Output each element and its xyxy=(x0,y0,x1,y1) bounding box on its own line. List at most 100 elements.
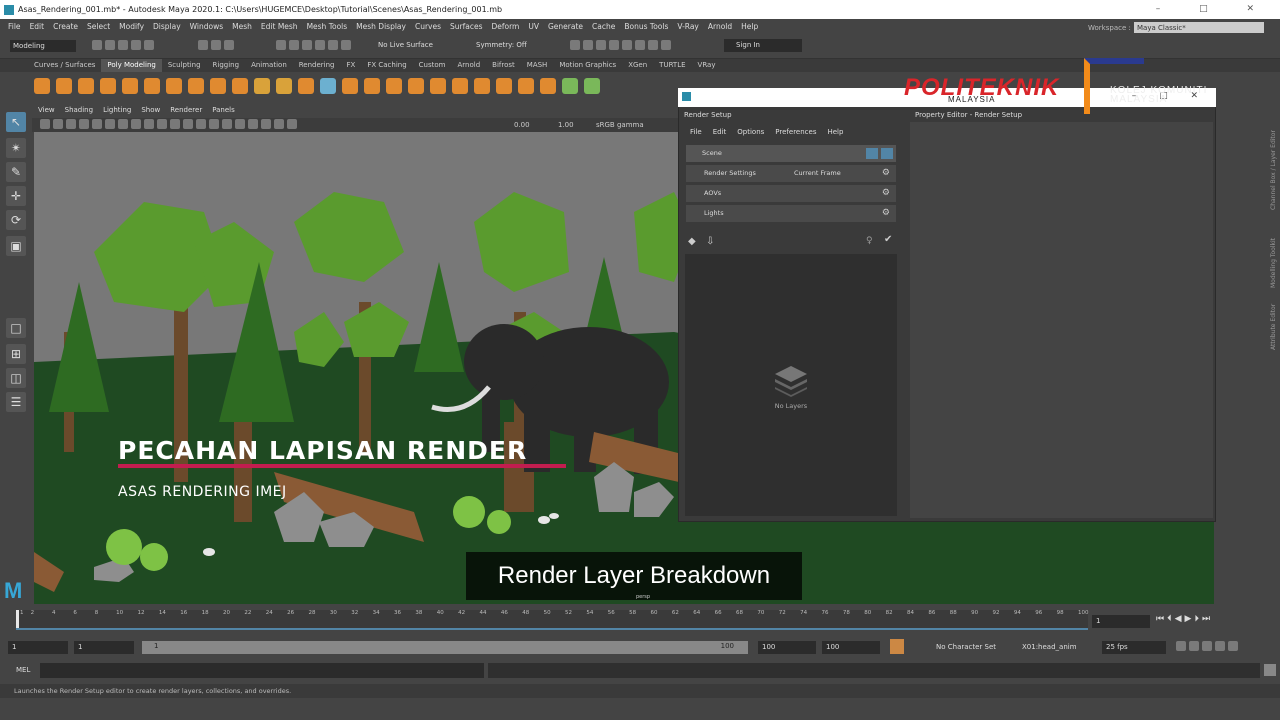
camera-attr-icon[interactable] xyxy=(53,119,63,129)
four-view-icon[interactable]: ⊞ xyxy=(6,344,26,364)
lasso-tool-icon[interactable]: ✴ xyxy=(6,138,26,158)
paint-select-icon[interactable]: ✎ xyxy=(6,162,26,182)
snap-grid-icon[interactable] xyxy=(276,40,286,50)
multicut-icon[interactable] xyxy=(518,78,534,94)
menu-surfaces[interactable]: Surfaces xyxy=(450,22,482,31)
shelf-tab-vray[interactable]: VRay xyxy=(692,59,722,72)
create-layer-icon[interactable]: ◆ xyxy=(688,236,696,247)
camera-select-icon[interactable] xyxy=(40,119,50,129)
shelf-tab-fx[interactable]: FX xyxy=(341,59,362,72)
undo-icon[interactable] xyxy=(131,40,141,50)
wireframe-on-shaded-icon[interactable] xyxy=(196,119,206,129)
render-layers-list[interactable]: No Layers xyxy=(685,254,897,516)
menu-deform[interactable]: Deform xyxy=(491,22,519,31)
rs-menu-help[interactable]: Help xyxy=(827,128,843,136)
playback-controls[interactable]: ⏮⏴◀▶⏵⏭ xyxy=(1156,614,1213,624)
snap-surface-icon[interactable] xyxy=(328,40,338,50)
rotate-tool-icon[interactable]: ⟳ xyxy=(6,210,26,230)
poly-cylinder-icon[interactable] xyxy=(78,78,94,94)
gamma-value[interactable]: 1.00 xyxy=(558,121,574,129)
shelf-tab-mash[interactable]: MASH xyxy=(521,59,554,72)
live-surface-label[interactable]: No Live Surface xyxy=(378,41,433,49)
super-shape-icon[interactable] xyxy=(210,78,226,94)
bookmark-icon[interactable] xyxy=(66,119,76,129)
menu-bonus-tools[interactable]: Bonus Tools xyxy=(624,22,668,31)
poly-star-icon[interactable] xyxy=(254,78,270,94)
render-check-icon[interactable]: ✔ xyxy=(884,234,892,245)
viewport-menu-lighting[interactable]: Lighting xyxy=(103,106,131,118)
gear-icon[interactable]: ⚙ xyxy=(882,185,890,202)
shelf-tab-turtle[interactable]: TURTLE xyxy=(653,59,691,72)
menu-edit-mesh[interactable]: Edit Mesh xyxy=(261,22,298,31)
shelf-tab-rigging[interactable]: Rigging xyxy=(207,59,246,72)
combine-icon[interactable] xyxy=(320,78,336,94)
smooth-icon[interactable] xyxy=(364,78,380,94)
current-frame-field[interactable]: 1 xyxy=(1092,615,1150,628)
target-weld-icon[interactable] xyxy=(540,78,556,94)
menu-file[interactable]: File xyxy=(8,22,21,31)
shelf-tab-motion-graphics[interactable]: Motion Graphics xyxy=(553,59,622,72)
poly-cone-icon[interactable] xyxy=(100,78,116,94)
bridge-icon[interactable] xyxy=(452,78,468,94)
bevel-icon[interactable] xyxy=(474,78,490,94)
poly-plane-icon[interactable] xyxy=(144,78,160,94)
mode-select[interactable]: Modeling xyxy=(10,40,76,52)
rs-menu-preferences[interactable]: Preferences xyxy=(775,128,816,136)
open-scene-icon[interactable] xyxy=(105,40,115,50)
bool-icon[interactable] xyxy=(386,78,402,94)
menu-edit[interactable]: Edit xyxy=(30,22,45,31)
single-view-icon[interactable]: □ xyxy=(6,318,26,338)
poly-disc-icon[interactable] xyxy=(166,78,182,94)
auto-map-icon[interactable] xyxy=(584,78,600,94)
render-settings-icon[interactable] xyxy=(596,40,606,50)
hypershade-icon[interactable] xyxy=(609,40,619,50)
menu-display[interactable]: Display xyxy=(153,22,181,31)
new-scene-icon[interactable] xyxy=(92,40,102,50)
side-by-side-icon[interactable]: ◫ xyxy=(6,368,26,388)
menu-mesh-tools[interactable]: Mesh Tools xyxy=(307,22,348,31)
viewport-menu-shading[interactable]: Shading xyxy=(65,106,93,118)
render-view-icon[interactable] xyxy=(622,40,632,50)
scene-header[interactable]: Scene xyxy=(686,145,896,162)
sound-icon[interactable] xyxy=(1202,641,1212,651)
mirror-icon[interactable] xyxy=(408,78,424,94)
redo-icon[interactable] xyxy=(144,40,154,50)
wireframe-icon[interactable] xyxy=(170,119,180,129)
command-input[interactable] xyxy=(40,663,484,678)
menu-arnold[interactable]: Arnold xyxy=(708,22,732,31)
shelf-tab-arnold[interactable]: Arnold xyxy=(452,59,487,72)
ambient-occlusion-icon[interactable] xyxy=(248,119,258,129)
scene-visibility-icon[interactable] xyxy=(866,148,878,159)
menu-windows[interactable]: Windows xyxy=(190,22,223,31)
shelf-tab-sculpting[interactable]: Sculpting xyxy=(162,59,207,72)
safe-action-icon[interactable] xyxy=(157,119,167,129)
fill-hole-icon[interactable] xyxy=(496,78,512,94)
attribute-editor-tab[interactable]: Attribute Editor xyxy=(1270,290,1277,350)
mel-label[interactable]: MEL xyxy=(16,666,30,674)
scale-tool-icon[interactable]: ▣ xyxy=(6,236,26,256)
shelf-tab-xgen[interactable]: XGen xyxy=(622,59,653,72)
viewport-menu-show[interactable]: Show xyxy=(141,106,160,118)
snap-view-icon[interactable] xyxy=(315,40,325,50)
poly-platonic-icon[interactable] xyxy=(188,78,204,94)
shelf-tab-poly-modeling[interactable]: Poly Modeling xyxy=(101,59,162,72)
fps-select[interactable]: 25 fps xyxy=(1102,641,1166,654)
rs-menu-file[interactable]: File xyxy=(690,128,702,136)
anim-layer-field[interactable]: X01:head_anim xyxy=(1018,641,1098,654)
playback-speed-icon[interactable] xyxy=(1215,641,1225,651)
planar-map-icon[interactable] xyxy=(562,78,578,94)
time-ruler[interactable]: 1 2 4 6 8 10 12 14 16 18 20 22 24 26 28 30 32 34 36 38 40 42 4… xyxy=(16,610,1089,630)
cache-icon[interactable] xyxy=(1189,641,1199,651)
poly-text-icon[interactable] xyxy=(276,78,292,94)
exposure-value[interactable]: 0.00 xyxy=(514,121,530,129)
viewport-menu-panels[interactable]: Panels xyxy=(212,106,235,118)
shelf-tab-bifrost[interactable]: Bifrost xyxy=(486,59,521,72)
current-time-marker[interactable] xyxy=(16,610,19,630)
outliner-layout-icon[interactable]: ☰ xyxy=(6,392,26,412)
menu-cache[interactable]: Cache xyxy=(592,22,615,31)
script-editor-icon[interactable] xyxy=(1264,664,1276,676)
select-hierarchy-icon[interactable] xyxy=(198,40,208,50)
loop-icon[interactable] xyxy=(1176,641,1186,651)
sign-in-button[interactable]: Sign In xyxy=(724,39,802,52)
playback-start-field[interactable]: 1 xyxy=(74,641,134,654)
